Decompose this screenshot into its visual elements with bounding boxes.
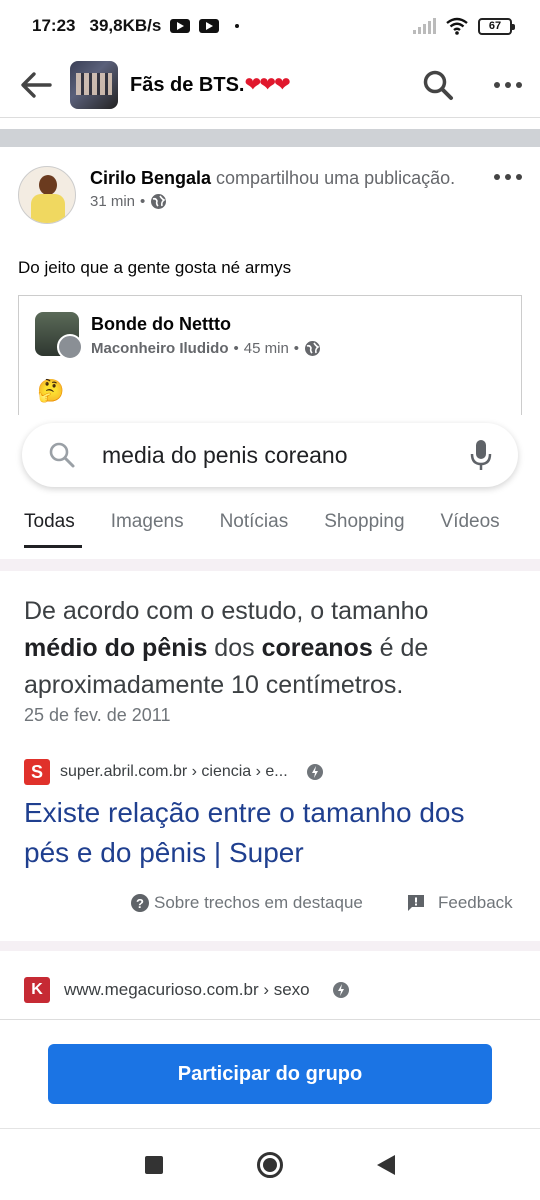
signal-icon xyxy=(413,18,436,34)
shared-author-avatar[interactable] xyxy=(57,334,83,360)
result-divider xyxy=(0,941,540,951)
nav-divider xyxy=(0,1128,540,1129)
status-bar: 17:23 39,8KB/s 67 xyxy=(0,0,540,52)
snippet-bold: médio do pênis xyxy=(24,634,208,662)
globe-icon xyxy=(305,341,321,356)
search-icon xyxy=(49,442,75,468)
google-tabs: Todas Imagens Notícias Shopping Vídeos xyxy=(24,511,500,533)
about-snippets-label: Sobre trechos em destaque xyxy=(154,893,363,912)
featured-snippet: De acordo com o estudo, o tamanho médio … xyxy=(24,593,504,704)
post-header: Cirilo Bengala compartilhou uma publicaç… xyxy=(18,166,522,224)
arrow-left-icon xyxy=(21,71,52,98)
microphone-icon xyxy=(470,440,492,470)
wifi-icon xyxy=(446,17,468,35)
recent-apps-icon[interactable] xyxy=(145,1156,163,1174)
youtube-icon xyxy=(170,19,191,33)
snippet-date: 25 de fev. de 2011 xyxy=(24,705,171,725)
author-name[interactable]: Cirilo Bengala xyxy=(90,168,211,188)
post-more-icon[interactable] xyxy=(494,174,522,180)
battery-level: 67 xyxy=(488,20,502,32)
feedback-icon xyxy=(408,895,424,911)
google-tab-images: Imagens xyxy=(110,511,184,532)
back-triangle-icon[interactable] xyxy=(377,1155,395,1175)
meta-separator: • xyxy=(233,340,239,357)
group-title[interactable]: Fãs de BTS.❤❤❤ xyxy=(130,72,291,97)
result-url: www.megacurioso.com.br › sexo xyxy=(64,980,310,999)
group-name: Fãs de BTS. xyxy=(130,74,245,96)
more-options-icon[interactable] xyxy=(494,81,522,88)
youtube-icon xyxy=(199,19,220,33)
group-thumbnail[interactable] xyxy=(70,60,118,109)
home-icon[interactable] xyxy=(257,1152,283,1178)
help-icon: ? xyxy=(131,894,149,912)
snippet-bold: coreanos xyxy=(261,634,373,662)
result-url: super.abril.com.br › ciencia › e... xyxy=(60,763,288,780)
active-tab-indicator xyxy=(24,545,82,548)
image-bottom-edge xyxy=(0,1019,540,1020)
shared-author-name[interactable]: Maconheiro Iludido xyxy=(91,340,229,357)
svg-text:?: ? xyxy=(136,896,144,911)
result-source: S super.abril.com.br › ciencia › e... xyxy=(24,759,324,785)
shared-page-name[interactable]: Bonde do Nettto xyxy=(91,314,231,335)
google-tab-news: Notícias xyxy=(219,511,289,532)
google-query: media do penis coreano xyxy=(102,441,348,468)
info-icon xyxy=(332,982,349,998)
snippet-text: De acordo com o estudo, o tamanho xyxy=(24,597,429,625)
author-avatar[interactable] xyxy=(18,166,76,224)
shared-post-card[interactable]: Bonde do Nettto Maconheiro Iludido • 45 … xyxy=(18,295,522,415)
meta-separator: • xyxy=(293,340,300,357)
post-text: Do jeito que a gente gosta né armys xyxy=(18,258,292,277)
result-source: K www.megacurioso.com.br › sexo xyxy=(24,977,350,1003)
back-button[interactable] xyxy=(18,67,54,103)
shared-post-time[interactable]: 45 min xyxy=(244,340,289,357)
google-tab-shopping: Shopping xyxy=(324,511,405,532)
globe-icon xyxy=(151,194,167,209)
shared-page-avatar[interactable] xyxy=(35,312,83,360)
result-title: Existe relação entre o tamanho dos pés e… xyxy=(24,797,465,868)
system-nav-bar xyxy=(0,1130,540,1200)
google-search-bar: media do penis coreano xyxy=(22,423,518,487)
status-time: 17:23 xyxy=(32,16,76,35)
google-tab-videos: Vídeos xyxy=(440,511,500,532)
thinking-emoji: 🤔 xyxy=(37,378,65,403)
status-network-speed: 39,8KB/s xyxy=(89,16,162,35)
post-action-text: compartilhou uma publicação. xyxy=(211,168,456,188)
about-snippets: ? Sobre trechos em destaque xyxy=(130,893,363,913)
feedback-label: Feedback xyxy=(438,893,513,912)
super-favicon-icon: S xyxy=(24,759,50,785)
join-group-button[interactable]: Participar do grupo xyxy=(48,1044,492,1104)
group-header: Fãs de BTS.❤❤❤ xyxy=(0,52,540,118)
author-line: Cirilo Bengala compartilhou uma publicaç… xyxy=(90,166,470,190)
section-divider xyxy=(0,129,540,147)
post-time[interactable]: 31 min xyxy=(90,193,135,210)
battery-icon: 67 xyxy=(478,17,515,35)
post-image-google-search[interactable]: media do penis coreano Todas Imagens Not… xyxy=(0,415,540,1020)
megacurioso-favicon-icon: K xyxy=(24,977,50,1003)
snippet-text: dos xyxy=(207,634,262,662)
google-tab-all: Todas xyxy=(24,511,75,532)
result-divider xyxy=(0,559,540,571)
feedback: Feedback xyxy=(406,893,513,913)
group-hearts: ❤❤❤ xyxy=(244,74,290,96)
search-icon[interactable] xyxy=(422,69,454,101)
notification-dot-icon xyxy=(235,24,240,28)
info-icon xyxy=(306,764,323,780)
meta-separator: • xyxy=(140,193,146,210)
